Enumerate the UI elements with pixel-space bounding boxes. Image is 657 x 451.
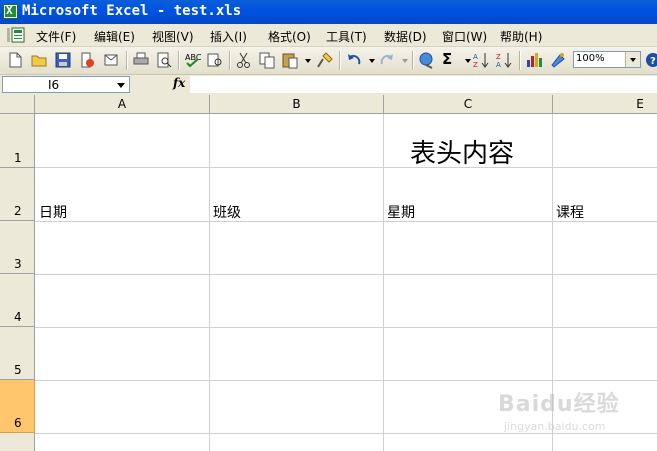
cell-b2[interactable]: 班级 xyxy=(213,202,241,222)
svg-text:Z: Z xyxy=(473,61,478,69)
watermark-main-text: Baidu经验 xyxy=(498,392,620,417)
merged-header-title[interactable]: 表头内容 xyxy=(410,133,514,170)
toolbar-separator xyxy=(339,51,341,70)
menu-edit[interactable]: 编辑(E) xyxy=(94,28,135,45)
open-folder-icon[interactable] xyxy=(30,51,48,69)
row-number: 4 xyxy=(14,310,22,324)
column-header-c[interactable]: C xyxy=(384,95,553,114)
menu-data[interactable]: 数据(D) xyxy=(384,28,427,45)
row-number: 2 xyxy=(14,204,22,218)
gridline xyxy=(35,380,657,381)
toolbar-separator xyxy=(519,51,521,70)
row-header-5[interactable]: 5 xyxy=(0,327,35,380)
gridline xyxy=(209,114,210,451)
menu-window[interactable]: 窗口(W) xyxy=(442,28,487,45)
svg-text:A: A xyxy=(496,61,501,69)
sort-ascending-icon[interactable]: AZ xyxy=(472,51,490,69)
toolbar-separator xyxy=(178,51,180,70)
save-icon[interactable] xyxy=(54,51,72,69)
row-header-2[interactable]: 2 xyxy=(0,168,35,221)
row-number: 6 xyxy=(14,416,22,430)
insert-function-icon[interactable]: fx xyxy=(173,76,185,90)
gridline xyxy=(35,167,209,168)
paste-icon[interactable] xyxy=(281,51,299,69)
menu-help[interactable]: 帮助(H) xyxy=(500,28,542,45)
hyperlink-icon[interactable] xyxy=(418,51,436,69)
title-bar: X Microsoft Excel - test.xls xyxy=(0,0,657,24)
zoom-dropdown-arrow-icon[interactable] xyxy=(625,52,640,67)
cut-icon[interactable] xyxy=(235,51,253,69)
column-header-b[interactable]: B xyxy=(210,95,384,114)
formula-input[interactable] xyxy=(190,76,657,93)
svg-text:ABC: ABC xyxy=(185,53,202,62)
redo-icon[interactable] xyxy=(378,51,396,69)
drawing-icon[interactable] xyxy=(549,51,567,69)
formula-bar: I6 fx xyxy=(0,75,657,96)
select-all-corner[interactable] xyxy=(0,95,35,114)
menu-insert[interactable]: 插入(I) xyxy=(210,28,247,45)
row-number: 5 xyxy=(14,363,22,377)
gridline xyxy=(383,114,384,451)
print-preview-icon[interactable] xyxy=(155,51,173,69)
zoom-value: 100% xyxy=(576,53,605,64)
toolbar-separator xyxy=(229,51,231,70)
menu-file[interactable]: 文件(F) xyxy=(36,28,76,45)
gridline xyxy=(35,274,657,275)
row-number: 1 xyxy=(14,151,22,165)
row-header-3[interactable]: 3 xyxy=(0,221,35,274)
new-file-icon[interactable] xyxy=(6,51,24,69)
autosum-icon[interactable]: Σ xyxy=(442,50,460,68)
row-header-4[interactable]: 4 xyxy=(0,274,35,327)
research-icon[interactable] xyxy=(206,51,224,69)
help-icon[interactable]: ? xyxy=(644,51,657,69)
format-painter-icon[interactable] xyxy=(316,51,334,69)
row-header-7[interactable] xyxy=(0,433,35,451)
menu-format[interactable]: 格式(O) xyxy=(268,28,311,45)
row-header-1[interactable]: 1 xyxy=(0,114,35,168)
menu-bar: 文件(F) 编辑(E) 视图(V) 插入(I) 格式(O) 工具(T) 数据(D… xyxy=(0,24,657,47)
baidu-watermark: Baidu经验 jingyan.baidu.com xyxy=(498,386,648,441)
standard-toolbar: ABC Σ AZ ZA 100% ? xyxy=(0,47,657,75)
app-icon-letter: X xyxy=(6,4,13,17)
cell-a2[interactable]: 日期 xyxy=(39,202,67,222)
watermark-sub-text: jingyan.baidu.com xyxy=(504,420,606,433)
name-box[interactable]: I6 xyxy=(2,76,130,93)
paste-dropdown-icon[interactable] xyxy=(299,51,317,69)
spelling-icon[interactable]: ABC xyxy=(184,51,202,69)
column-header-a[interactable]: A xyxy=(35,95,210,114)
window-title: Microsoft Excel - test.xls xyxy=(22,3,242,19)
document-menu-icon[interactable] xyxy=(6,27,26,43)
row-header-6[interactable]: 6 xyxy=(0,380,35,433)
menu-tools[interactable]: 工具(T) xyxy=(326,28,367,45)
name-box-value: I6 xyxy=(48,78,60,92)
column-header-e[interactable]: E xyxy=(553,95,657,114)
undo-icon[interactable] xyxy=(345,51,363,69)
cell-c2[interactable]: 星期 xyxy=(387,202,415,222)
row-number: 3 xyxy=(14,257,22,271)
copy-icon[interactable] xyxy=(258,51,276,69)
toolbar-separator xyxy=(126,51,128,70)
email-icon[interactable] xyxy=(102,51,120,69)
sort-descending-icon[interactable]: ZA xyxy=(495,51,513,69)
print-icon[interactable] xyxy=(132,51,150,69)
svg-text:?: ? xyxy=(650,56,656,67)
cell-e2[interactable]: 课程 xyxy=(556,202,584,222)
chart-wizard-icon[interactable] xyxy=(525,51,543,69)
gridline xyxy=(35,327,657,328)
permission-icon[interactable] xyxy=(78,51,96,69)
menu-view[interactable]: 视图(V) xyxy=(152,28,194,45)
name-box-dropdown-icon[interactable] xyxy=(113,77,129,92)
excel-app-icon[interactable]: X xyxy=(3,4,18,19)
svg-text:A: A xyxy=(473,53,478,61)
zoom-select[interactable]: 100% xyxy=(573,51,641,68)
svg-text:Z: Z xyxy=(496,53,501,61)
toolbar-separator xyxy=(412,51,414,70)
